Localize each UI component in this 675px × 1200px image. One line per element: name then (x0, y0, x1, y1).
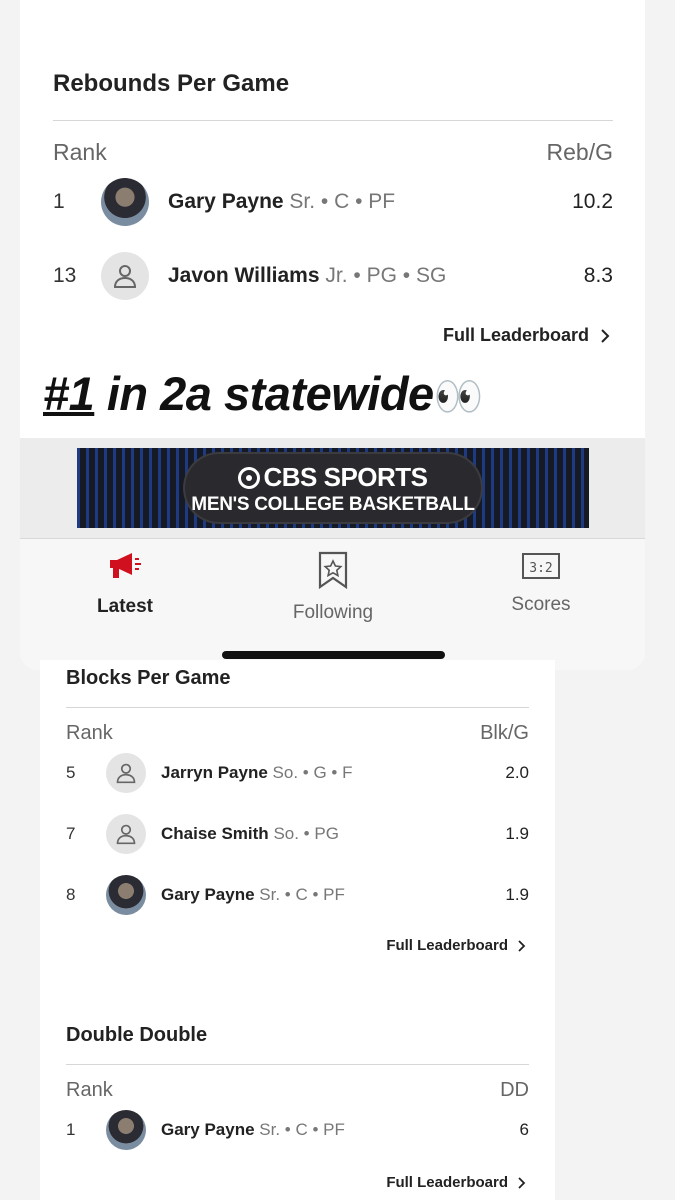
bottom-tab-bar: Latest Following 3:2 Scores (20, 538, 645, 670)
row-rank: 5 (66, 763, 76, 782)
leaderboard-row[interactable]: 5 Jarryn Payne So. • G • F 2.0 (66, 753, 529, 793)
leaderboard-row[interactable]: 1 Gary Payne Sr. • C • PF 6 (66, 1110, 529, 1150)
cbs-sports-ad[interactable]: CBS SPORTS MEN'S COLLEGE BASKETBALL (77, 448, 589, 528)
player-meta: Sr. • C • PF (259, 885, 345, 904)
double-double-title: Double Double (66, 1024, 208, 1046)
player-name-group: Gary Payne Sr. • C • PF (161, 1120, 345, 1140)
rebounds-leaderboard: Rebounds Per Game Rank Reb/G 1 Gary Payn… (53, 60, 613, 346)
full-leaderboard-label: Full Leaderboard (442, 325, 589, 345)
full-leaderboard-link[interactable]: Full Leaderboard (66, 1174, 529, 1191)
eyes-emoji: 👀 (433, 375, 484, 419)
leaderboard-row[interactable]: 7 Chaise Smith So. • PG 1.9 (66, 814, 529, 854)
ad-logo-plate: CBS SPORTS MEN'S COLLEGE BASKETBALL (185, 454, 481, 522)
player-name-group: Gary Payne Sr. • C • PF (168, 190, 395, 214)
player-photo-avatar (106, 875, 146, 915)
tab-latest[interactable]: Latest (45, 551, 205, 618)
leaderboard-row[interactable]: 13 Javon Williams Jr. • PG • SG 8.3 (53, 251, 613, 301)
chevron-right-icon (518, 939, 526, 952)
player-name: Gary Payne (168, 190, 284, 213)
tab-scores-label: Scores (511, 594, 571, 615)
tab-following-label: Following (292, 602, 374, 623)
row-rank: 1 (66, 1120, 76, 1139)
stat-value: 6 (519, 1120, 529, 1139)
full-leaderboard-label: Full Leaderboard (386, 1174, 508, 1191)
stat-header: DD (500, 1079, 529, 1101)
upper-screenshot-card: Rebounds Per Game Rank Reb/G 1 Gary Payn… (20, 0, 645, 670)
player-name: Javon Williams (168, 264, 320, 287)
stat-header: Blk/G (480, 722, 529, 744)
stat-value: 10.2 (572, 190, 613, 213)
stat-value: 1.9 (505, 885, 529, 904)
rank-header: Rank (66, 1079, 113, 1101)
row-rank: 13 (53, 264, 77, 287)
player-name-group: Javon Williams Jr. • PG • SG (168, 264, 446, 288)
caption-hashtag: #1 (43, 367, 95, 420)
row-rank: 7 (66, 824, 76, 843)
bookmark-star-icon (318, 551, 348, 590)
person-placeholder-icon (106, 753, 146, 793)
leaderboard-row[interactable]: 1 Gary Payne Sr. • C • PF 10.2 (53, 177, 613, 227)
player-name: Jarryn Payne (161, 763, 268, 782)
ad-brand: CBS SPORTS (185, 462, 481, 493)
ad-subtitle: MEN'S COLLEGE BASKETBALL (191, 494, 475, 515)
player-meta: Jr. • PG • SG (325, 264, 447, 287)
stat-value: 1.9 (505, 824, 529, 843)
full-leaderboard-link[interactable]: Full Leaderboard (66, 937, 529, 954)
row-rank: 8 (66, 885, 76, 904)
player-meta: Sr. • C • PF (259, 1120, 345, 1139)
player-name: Gary Payne (161, 885, 255, 904)
player-meta: So. • PG (273, 824, 339, 843)
megaphone-icon (110, 553, 141, 578)
player-name-group: Chaise Smith So. • PG (161, 824, 339, 844)
stat-value: 8.3 (583, 264, 613, 287)
person-placeholder-icon (106, 814, 146, 854)
rebounds-title: Rebounds Per Game (53, 70, 290, 97)
ad-brand-text: CBS SPORTS (263, 462, 428, 492)
leaderboard-row[interactable]: 8 Gary Payne Sr. • C • PF 1.9 (66, 875, 529, 915)
full-leaderboard-link[interactable]: Full Leaderboard (53, 325, 613, 346)
full-leaderboard-label: Full Leaderboard (386, 937, 508, 954)
blocks-divider (66, 707, 529, 708)
lower-screenshot-card: Blocks Per Game Rank Blk/G 5 Jarryn Payn… (40, 660, 555, 1200)
tab-scores[interactable]: 3:2 Scores (461, 551, 621, 616)
home-indicator (222, 651, 445, 659)
double-double-header-row: Rank DD (66, 1079, 529, 1102)
chevron-right-icon (601, 328, 610, 343)
tab-latest-label: Latest (97, 596, 153, 617)
rebounds-divider (53, 120, 613, 121)
rank-header: Rank (53, 139, 107, 165)
player-name-group: Gary Payne Sr. • C • PF (161, 885, 345, 905)
scoreboard-icon: 3:2 (522, 553, 560, 579)
player-photo-avatar (101, 178, 149, 226)
player-meta: So. • G • F (272, 763, 353, 782)
blocks-leaderboard: Blocks Per Game Rank Blk/G 5 Jarryn Payn… (66, 660, 529, 1191)
caption-text: in 2a statewide (94, 367, 434, 420)
blocks-title: Blocks Per Game (66, 667, 231, 689)
row-rank: 1 (53, 190, 65, 213)
blocks-header-row: Rank Blk/G (66, 722, 529, 745)
player-meta: Sr. • C • PF (289, 190, 396, 213)
rank-header: Rank (66, 722, 113, 744)
chevron-right-icon (518, 1176, 526, 1189)
stat-header: Reb/G (546, 139, 613, 165)
svg-text:3:2: 3:2 (529, 561, 552, 576)
tab-following[interactable]: Following (253, 551, 413, 624)
caption-overlay: #1 in 2a statewide👀 (43, 366, 643, 421)
rebounds-header-row: Rank Reb/G (53, 139, 613, 166)
cbs-eye-icon (238, 467, 261, 489)
player-name: Chaise Smith (161, 824, 269, 843)
player-name-group: Jarryn Payne So. • G • F (161, 763, 352, 783)
ad-banner-area: CBS SPORTS MEN'S COLLEGE BASKETBALL (20, 438, 645, 538)
double-double-divider (66, 1064, 529, 1065)
player-photo-avatar (106, 1110, 146, 1150)
person-placeholder-icon (101, 252, 149, 300)
player-name: Gary Payne (161, 1120, 255, 1139)
stat-value: 2.0 (505, 763, 529, 782)
